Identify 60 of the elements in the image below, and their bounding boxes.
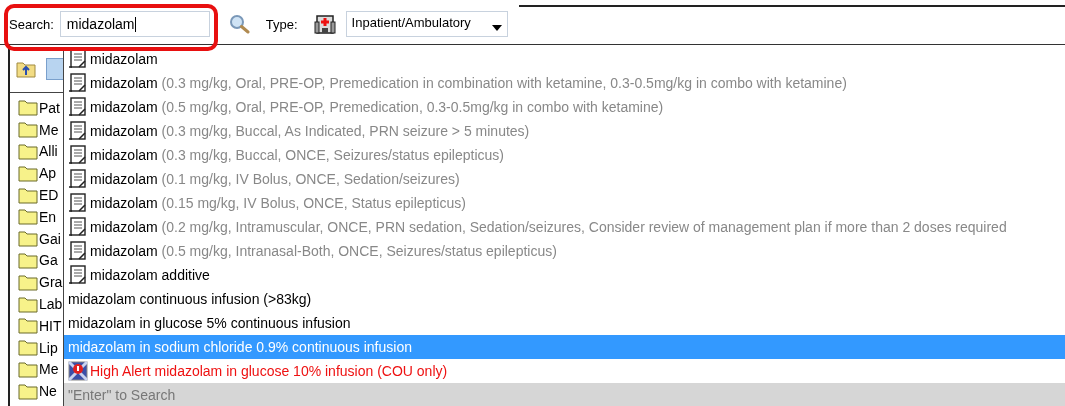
document-icon [68,169,88,189]
folder-icon [18,186,38,204]
result-item[interactable]: midazolam (0.1 mg/kg, IV Bolus, ONCE, Sedation/seizures) [64,167,1065,191]
folder-icon [18,273,38,291]
tree-item[interactable]: Ne [39,383,57,400]
search-icon[interactable] [228,14,251,34]
alert-icon [68,361,88,381]
document-icon [68,97,88,117]
document-icon [68,265,88,285]
folder-icon [18,99,38,117]
tree-item[interactable]: HIT [39,317,62,334]
search-hint: "Enter" to Search [64,383,1065,406]
tree-item[interactable]: Me [39,361,59,378]
folder-icon [18,121,38,139]
folder-icon [18,317,38,335]
dropdown-arrow-icon[interactable] [491,25,502,31]
tree-item[interactable]: Pat [39,99,60,116]
folder-icon [18,251,38,269]
document-icon [68,241,88,261]
result-item[interactable]: midazolam (0.3 mg/kg, Buccal, ONCE, Seizures/status epilepticus) [64,143,1065,167]
result-item[interactable]: midazolam (0.5 mg/kg, Oral, PRE-OP, Premedication, 0.3-0.5mg/kg in combo with ketamine) [64,95,1065,119]
tree-item[interactable]: Gai [39,230,61,247]
type-dropdown[interactable]: Inpatient/Ambulatory [345,11,508,37]
result-item[interactable]: midazolam [64,47,1065,71]
document-icon [68,217,88,237]
result-item[interactable]: midazolam in glucose 5% continuous infusion [64,311,1065,335]
folder-icon [18,208,38,226]
result-item[interactable]: midazolam (0.2 mg/kg, Intramuscular, ONCE, PRN sedation, Sedation/seizures, Consider review of management plan if more than 2 doses required [64,215,1065,239]
result-item[interactable]: midazolam additive [64,263,1065,287]
tree-item[interactable]: Me [39,121,59,138]
tree-item[interactable]: Lip [39,339,58,356]
tree-item[interactable]: Lab [39,296,63,313]
document-icon [68,145,88,165]
folder-icon [18,339,38,357]
tree-item[interactable]: Alli [39,143,58,160]
tree-item[interactable]: En [39,208,57,225]
folder-icon [18,164,38,182]
folder-icon [18,360,38,378]
search-field[interactable]: midazolam [59,11,210,37]
tree-item[interactable]: Ga [39,252,58,269]
folder-icon [18,382,38,400]
result-item[interactable]: midazolam (0.15 mg/kg, IV Bolus, ONCE, Status epilepticus) [64,191,1065,215]
document-icon [68,193,88,213]
result-item[interactable]: midazolam (0.3 mg/kg, Buccal, As Indicated, PRN seizure > 5 minutes) [64,119,1065,143]
result-item[interactable]: midazolam (0.5 mg/kg, Intranasal-Both, ONCE, Seizures/status epilepticus) [64,239,1065,263]
folder-icon [18,230,38,248]
tree-item[interactable]: ED [39,187,59,204]
document-icon [68,73,88,93]
result-item[interactable]: midazolam (0.3 mg/kg, Oral, PRE-OP, Premedication in combination with ketamine, 0.3-0.5mg/kg in combo with ketamine) [64,71,1065,95]
folder-icon [18,295,38,313]
document-icon [68,121,88,141]
search-label: Search: [9,16,54,32]
hospital-icon [313,13,336,35]
result-item[interactable]: High Alert midazolam in glucose 10% infusion (COU only) [64,359,1065,383]
tree-item[interactable]: Gra [39,274,63,291]
result-item[interactable]: midazolam continuous infusion (>83kg) [64,287,1065,311]
folder-icon [18,143,38,160]
tree-item[interactable]: Ap [39,165,57,182]
type-label: Type: [265,16,298,32]
folder-up-icon[interactable] [16,59,36,78]
